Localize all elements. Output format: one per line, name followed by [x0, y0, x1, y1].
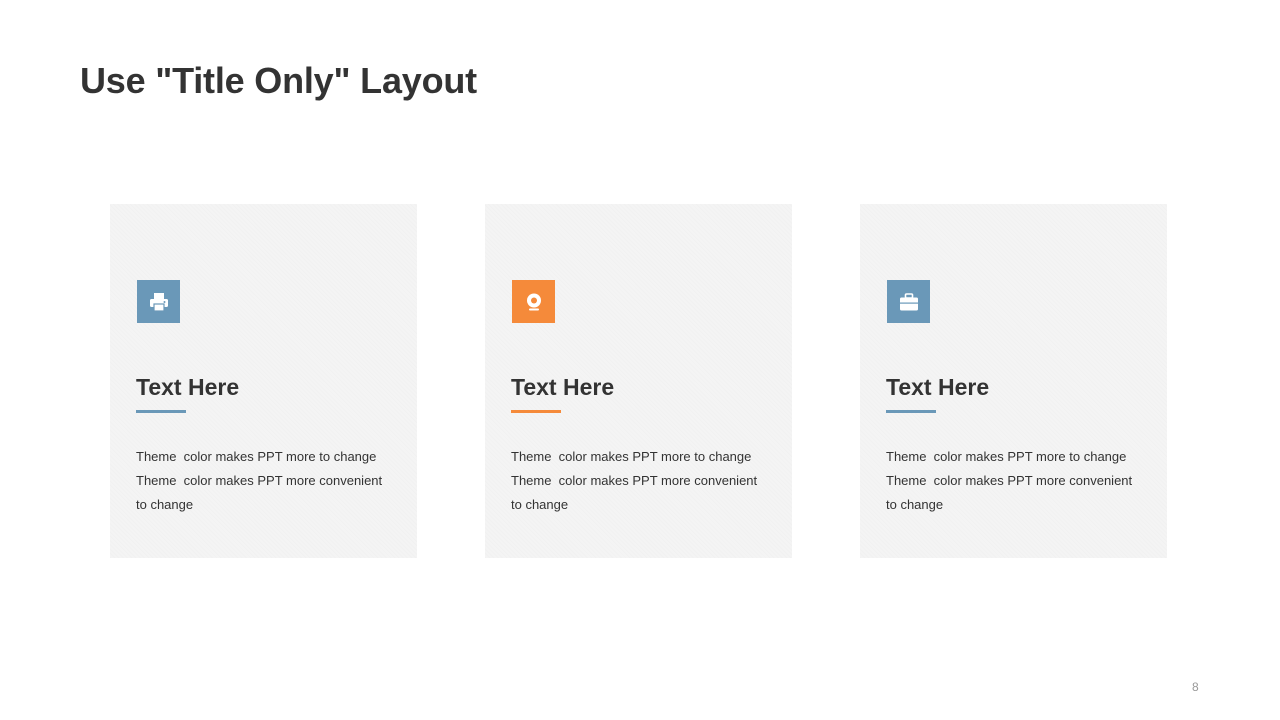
- page-number: 8: [1192, 680, 1199, 694]
- feature-card-2: Text Here Theme color makes PPT more to …: [485, 204, 792, 558]
- card-heading: Text Here: [136, 374, 240, 400]
- briefcase-icon: [887, 280, 930, 323]
- location-pin-icon: [512, 280, 555, 323]
- printer-icon: [137, 280, 180, 323]
- feature-card-3: Text Here Theme color makes PPT more to …: [860, 204, 1167, 558]
- card-heading: Text Here: [886, 374, 990, 400]
- slide-title: Use "Title Only" Layout: [80, 60, 477, 101]
- card-body-text: Theme color makes PPT more to change The…: [136, 449, 383, 512]
- heading-underline: [511, 410, 561, 413]
- card-body-text: Theme color makes PPT more to change The…: [511, 449, 758, 512]
- feature-card-1: Text Here Theme color makes PPT more to …: [110, 204, 417, 558]
- card-heading: Text Here: [511, 374, 615, 400]
- heading-underline: [886, 410, 936, 413]
- card-body-text: Theme color makes PPT more to change The…: [886, 449, 1133, 512]
- heading-underline: [136, 410, 186, 413]
